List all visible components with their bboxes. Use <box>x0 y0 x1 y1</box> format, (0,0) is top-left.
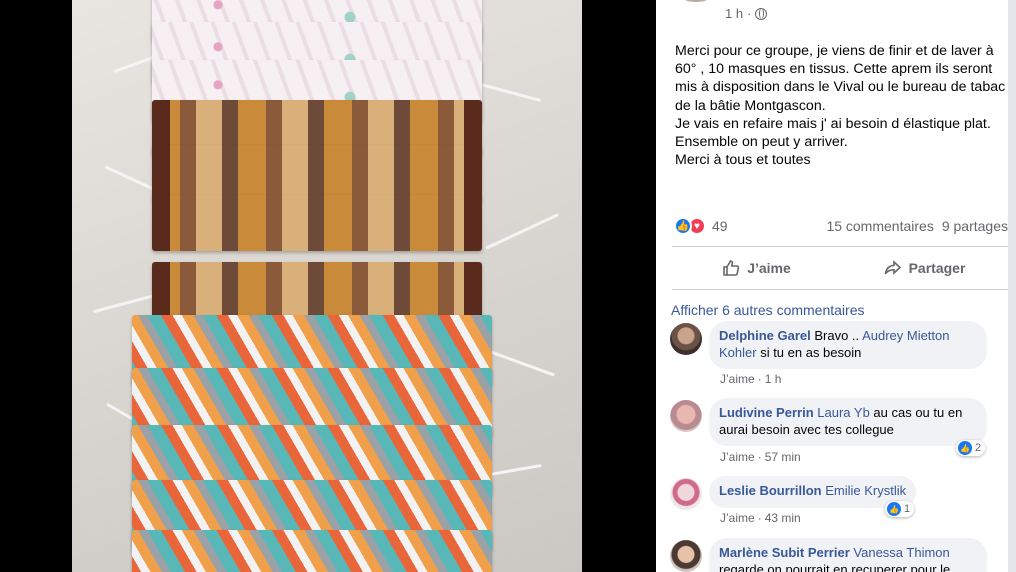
comment-like-link[interactable]: J’aime <box>720 511 755 525</box>
scrollbar-track[interactable] <box>1008 0 1016 572</box>
avatar[interactable] <box>670 323 702 355</box>
post-text-line: Merci pour ce groupe, je viens de finir … <box>675 43 1006 114</box>
comment-like-link[interactable]: J’aime <box>720 450 755 464</box>
comment-text: Bravo .. <box>810 328 863 343</box>
share-arrow-icon <box>884 260 901 275</box>
comment-reactions[interactable]: 👍 1 <box>885 501 915 517</box>
comment-time[interactable]: 1 h <box>765 372 782 386</box>
comment-bubble: Marlène Subit Perrier Vanessa Thimon reg… <box>709 538 987 572</box>
comment-bubble: Delphine Garel Bravo .. Audrey Mietton K… <box>709 321 987 369</box>
post-panel: 1 h · Merci pour ce groupe, je viens de … <box>656 0 1008 572</box>
comments-count[interactable]: 15 commentaires <box>826 218 933 234</box>
reactions-summary: 👍 ♥ 49 15 commentaires 9 partages <box>674 216 1008 236</box>
comment-reactions[interactable]: 👍 2 <box>956 440 986 456</box>
comment-author[interactable]: Delphine Garel <box>719 328 811 343</box>
comment-text: regarde on pourrait en recuperer pour le <box>719 561 951 572</box>
divider <box>672 246 1008 247</box>
comment-time[interactable]: 43 min <box>765 511 801 525</box>
comment-author[interactable]: Marlène Subit Perrier <box>719 545 850 560</box>
separator: · <box>757 450 762 464</box>
comment-bubble: Leslie Bourrillon Emilie Krystlik <box>709 476 917 508</box>
avatar[interactable] <box>670 478 702 510</box>
comment-footer: J’aime · 57 min <box>720 450 801 464</box>
comment-tag[interactable]: Vanessa Thimon <box>853 545 949 560</box>
post-text-line: Ensemble on peut y arriver. <box>675 134 848 151</box>
comment-bubble: Ludivine Perrin Laura Yb au cas ou tu en… <box>709 398 987 446</box>
like-button-label: J’aime <box>747 260 791 276</box>
post-actions: J’aime Partager <box>672 250 1008 286</box>
comment-reaction-count: 1 <box>904 503 911 515</box>
comment-like-link[interactable]: J’aime <box>720 372 755 386</box>
comment-tag[interactable]: Laura Yb <box>817 405 870 420</box>
comment-tag[interactable]: Emilie Krystlik <box>825 483 906 498</box>
post-text-line: Merci à tous et toutes <box>675 152 811 169</box>
like-icon: 👍 <box>887 502 901 516</box>
poster-avatar[interactable] <box>676 0 716 2</box>
like-icon: 👍 <box>958 441 972 455</box>
more-comments-link[interactable]: Afficher 6 autres commentaires <box>671 302 865 318</box>
photo-viewer <box>0 0 656 572</box>
comment-time[interactable]: 57 min <box>765 450 801 464</box>
post-text-line: Je vais en refaire mais j' ai besoin d é… <box>675 115 991 132</box>
separator: · <box>757 372 762 386</box>
reaction-count[interactable]: 49 <box>712 218 728 234</box>
shares-count[interactable]: 9 partages <box>942 218 1008 234</box>
avatar[interactable] <box>670 400 702 432</box>
post-body: Merci pour ce groupe, je viens de finir … <box>675 42 1007 169</box>
thumbs-up-icon <box>723 260 740 276</box>
comment-author[interactable]: Leslie Bourrillon <box>719 483 822 498</box>
post-meta: 1 h · <box>725 6 768 21</box>
share-button-label: Partager <box>908 260 966 276</box>
share-button[interactable]: Partager <box>840 250 1008 286</box>
post-time[interactable]: 1 h <box>725 6 743 21</box>
like-icon[interactable]: 👍 <box>674 217 692 235</box>
comment-text: si tu en as besoin <box>756 344 862 360</box>
comment-author[interactable]: Ludivine Perrin <box>719 405 814 420</box>
avatar[interactable] <box>670 540 702 572</box>
divider <box>672 289 1008 290</box>
separator: · <box>757 511 762 525</box>
comment-footer: J’aime · 43 min <box>720 511 801 525</box>
globe-icon <box>755 7 768 20</box>
comment-reaction-count: 2 <box>975 442 982 454</box>
comment-footer: J’aime · 1 h <box>720 372 781 386</box>
post-photo[interactable] <box>72 0 582 572</box>
like-button[interactable]: J’aime <box>672 250 840 286</box>
